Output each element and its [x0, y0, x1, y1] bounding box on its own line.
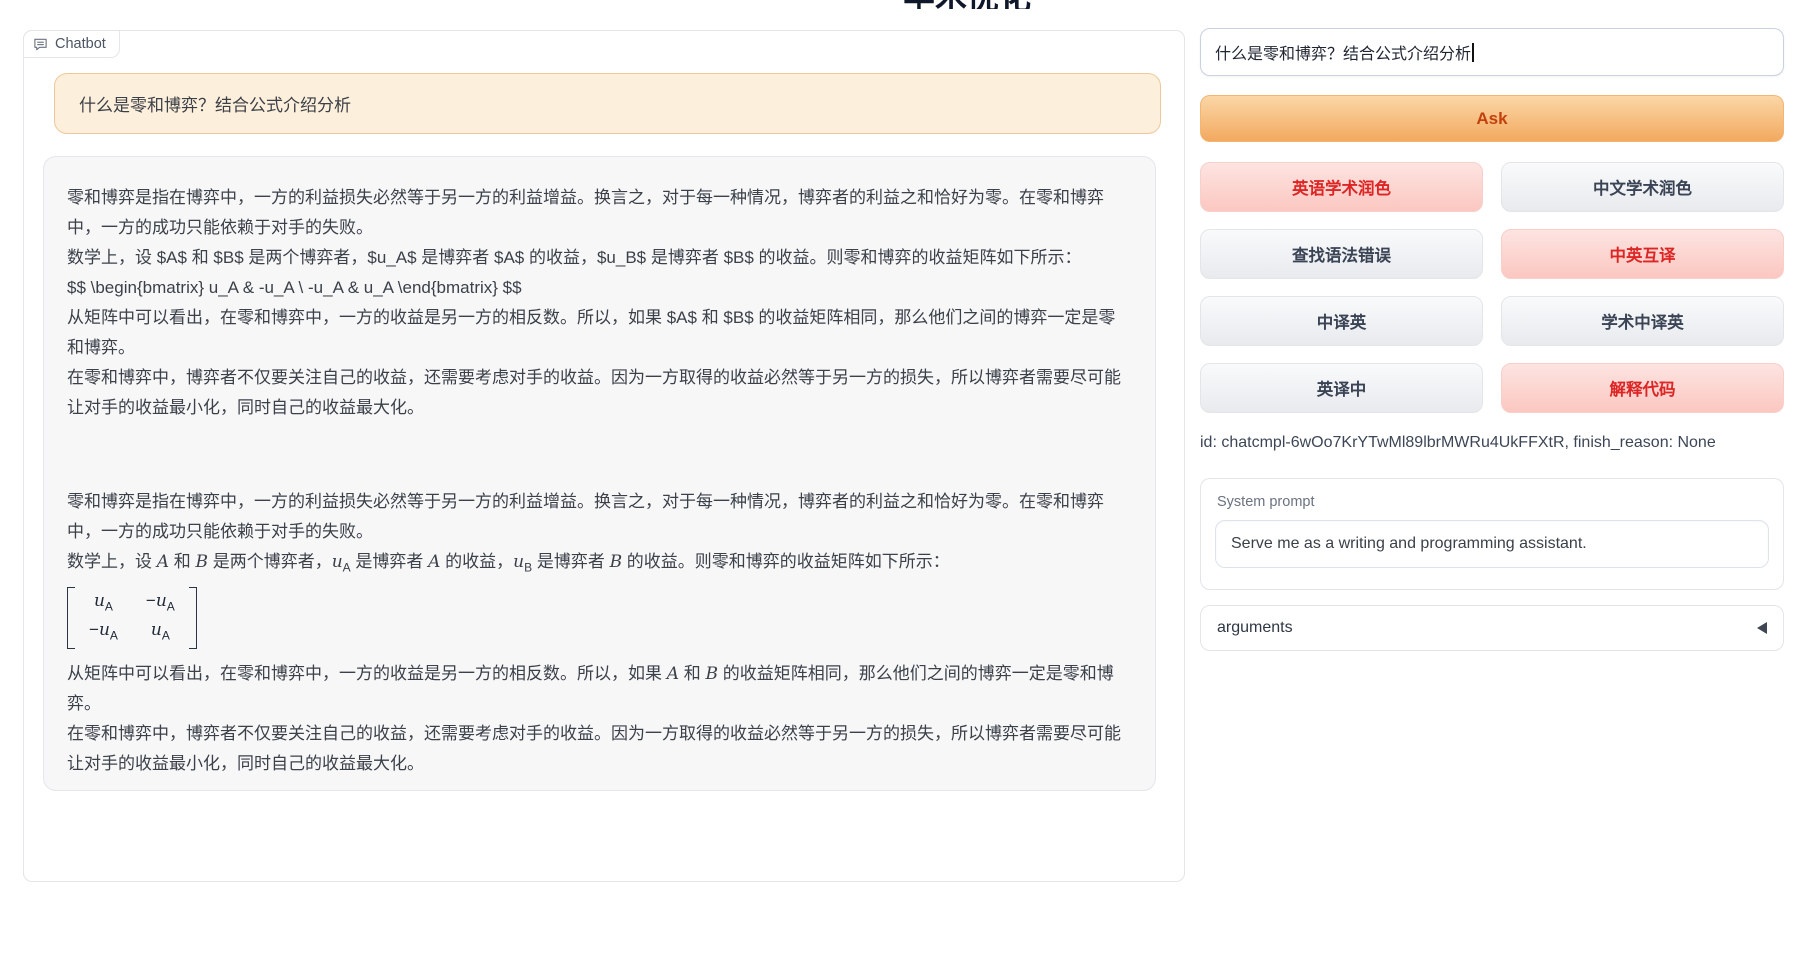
fn-button-zh-to-en[interactable]: 中译英: [1200, 296, 1483, 346]
chat-icon: [33, 37, 48, 52]
bot-paragraph: 从矩阵中可以看出，在零和博弈中，一方的收益是另一方的相反数。所以，如果 $A$ …: [67, 303, 1132, 363]
function-button-grid: 英语学术润色 中文学术润色 查找语法错误 中英互译 中译英 学术中译英 英译中 …: [1200, 162, 1784, 413]
system-prompt-input[interactable]: Serve me as a writing and programming as…: [1215, 520, 1769, 568]
fn-button-explain-code[interactable]: 解释代码: [1501, 363, 1784, 413]
matrix-bracket-right: [189, 587, 197, 649]
user-message-text: 什么是零和博弈？结合公式介绍分析: [79, 91, 351, 116]
bot-paragraph: 数学上，设 $A$ 和 $B$ 是两个博弈者，$u_A$ 是博弈者 $A$ 的收…: [67, 243, 1132, 273]
fn-button-en-to-zh[interactable]: 英译中: [1200, 363, 1483, 413]
bot-rendered-block: 零和博弈是指在博弈中，一方的利益损失必然等于另一方的利益增益。换言之，对于每一种…: [67, 487, 1132, 779]
chatbot-label-text: Chatbot: [55, 36, 106, 52]
matrix-cell: −uA: [89, 619, 118, 646]
user-message-bubble: 什么是零和博弈？结合公式介绍分析: [54, 73, 1161, 134]
fn-button-chinese-academic-polish[interactable]: 中文学术润色: [1501, 162, 1784, 212]
arguments-accordion-label: arguments: [1217, 619, 1293, 637]
app-root: 学术优化 Chatbot 什么是零和博弈？结合公式介绍分析 零和博弈是指在博弈中…: [0, 0, 1814, 961]
collapse-arrow-icon: [1757, 622, 1767, 634]
matrix-cell: −uA: [146, 590, 175, 617]
system-prompt-box: System prompt Serve me as a writing and …: [1200, 478, 1784, 590]
bot-paragraph: $$ \begin{bmatrix} u_A & -u_A \ -u_A & u…: [67, 273, 1132, 303]
bot-paragraph: 在零和博弈中，博弈者不仅要关注自己的收益，还需要考虑对手的收益。因为一方取得的收…: [67, 719, 1132, 779]
chatbot-label: Chatbot: [23, 30, 120, 58]
matrix-cells: uA −uA −uA uA: [79, 587, 185, 649]
bot-raw-block: 零和博弈是指在博弈中，一方的利益损失必然等于另一方的利益增益。换言之，对于每一种…: [67, 183, 1132, 423]
ask-button[interactable]: Ask: [1200, 95, 1784, 142]
fn-button-find-grammar-errors[interactable]: 查找语法错误: [1200, 229, 1483, 279]
completion-status: id: chatcmpl-6wOo7KrYTwMl89lbrMWRu4UkFFX…: [1200, 434, 1716, 452]
fn-button-zh-en-mutual-translate[interactable]: 中英互译: [1501, 229, 1784, 279]
arguments-accordion[interactable]: arguments: [1200, 605, 1784, 651]
bot-message-bubble: 零和博弈是指在博弈中，一方的利益损失必然等于另一方的利益增益。换言之，对于每一种…: [43, 156, 1156, 791]
page-title-partial: 学术优化: [903, 0, 1083, 9]
bot-paragraph-math-intro: 数学上，设 A 和 B 是两个博弈者，uA 是博弈者 A 的收益，uB 是博弈者…: [67, 547, 1132, 582]
prompt-input[interactable]: 什么是零和博弈？结合公式介绍分析: [1200, 28, 1784, 76]
bot-paragraph: 零和博弈是指在博弈中，一方的利益损失必然等于另一方的利益增益。换言之，对于每一种…: [67, 183, 1132, 243]
bot-paragraph: 在零和博弈中，博弈者不仅要关注自己的收益，还需要考虑对手的收益。因为一方取得的收…: [67, 363, 1132, 423]
payoff-matrix: uA −uA −uA uA: [67, 587, 197, 649]
system-prompt-text: Serve me as a writing and programming as…: [1231, 535, 1587, 553]
bot-paragraph: 零和博弈是指在博弈中，一方的利益损失必然等于另一方的利益增益。换言之，对于每一种…: [67, 487, 1132, 547]
fn-button-english-academic-polish[interactable]: 英语学术润色: [1200, 162, 1483, 212]
chatbot-panel: Chatbot 什么是零和博弈？结合公式介绍分析 零和博弈是指在博弈中，一方的利…: [23, 30, 1185, 882]
system-prompt-label: System prompt: [1217, 494, 1769, 510]
matrix-cell: uA: [89, 590, 118, 617]
bot-paragraph-conclusion: 从矩阵中可以看出，在零和博弈中，一方的收益是另一方的相反数。所以，如果 A 和 …: [67, 659, 1132, 719]
matrix-bracket-left: [67, 587, 75, 649]
prompt-input-text: 什么是零和博弈？结合公式介绍分析: [1215, 40, 1471, 64]
text-cursor: [1472, 43, 1474, 62]
fn-button-academic-zh-to-en[interactable]: 学术中译英: [1501, 296, 1784, 346]
matrix-cell: uA: [146, 619, 175, 646]
